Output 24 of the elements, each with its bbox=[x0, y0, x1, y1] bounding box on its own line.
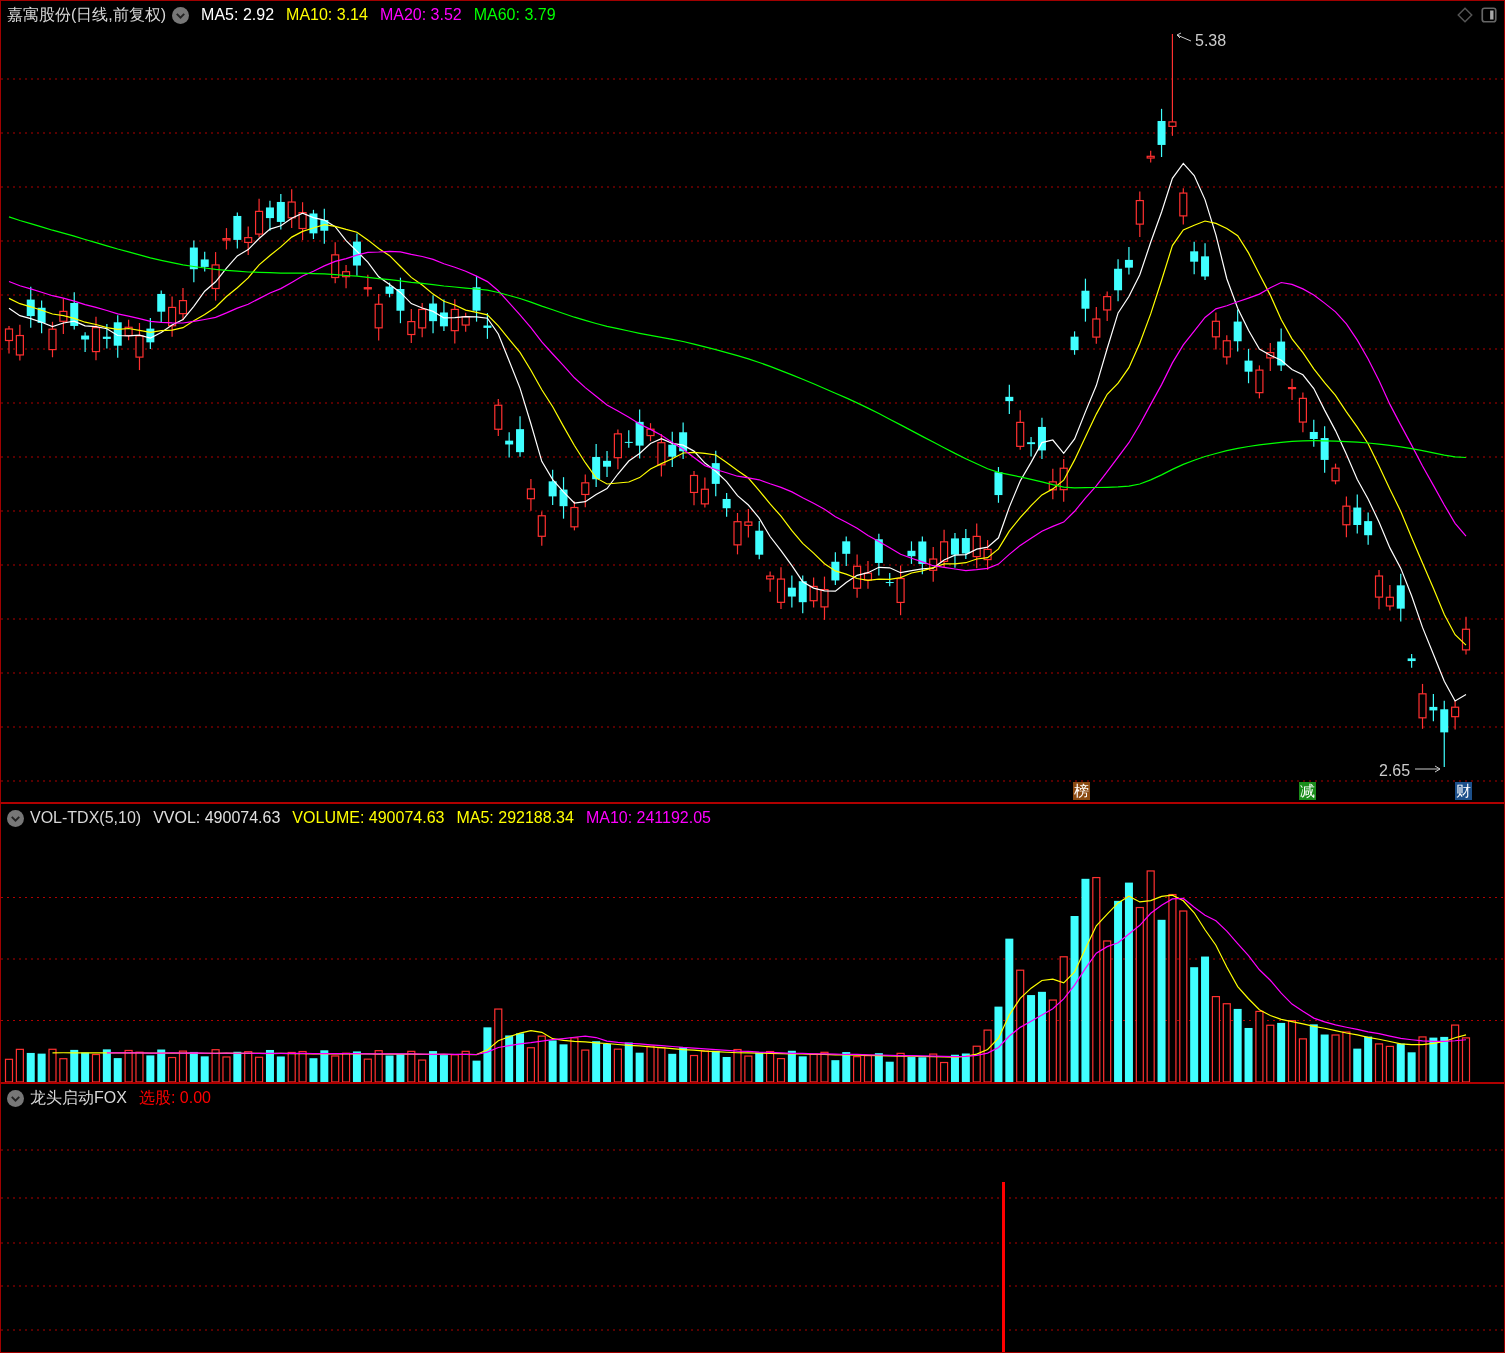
low-pointer-drawing bbox=[1414, 765, 1441, 773]
legend-value: VOLUME: 490074.63 bbox=[292, 809, 445, 827]
event-marker[interactable]: 财 bbox=[1455, 782, 1472, 800]
panel-toggle-icon[interactable] bbox=[1480, 6, 1498, 24]
legend-value: VVOL: 490074.63 bbox=[153, 809, 281, 827]
indicator-title: 龙头启动FOX bbox=[30, 1087, 127, 1108]
legend-value: MA10: 241192.05 bbox=[585, 809, 711, 827]
high-pointer-drawing bbox=[1176, 32, 1192, 42]
legend-value: MA10: 3.14 bbox=[286, 6, 368, 24]
legend-value: 选股: 0.00 bbox=[138, 1087, 211, 1108]
chevron-down-icon[interactable] bbox=[172, 6, 190, 24]
event-marker[interactable]: 减 bbox=[1299, 782, 1316, 800]
legend-value: MA20: 3.52 bbox=[379, 6, 462, 24]
legend-value: MA60: 3.79 bbox=[473, 6, 556, 24]
indicator-title: VOL-TDX(5,10) bbox=[30, 809, 142, 827]
stock-title: 嘉寓股份(日线,前复权) bbox=[7, 4, 167, 25]
chevron-down-icon[interactable] bbox=[7, 1089, 24, 1107]
legend-value: MA5: 292188.34 bbox=[456, 809, 574, 827]
high-price-label: 5.38 bbox=[1195, 32, 1227, 49]
event-marker[interactable]: 榜 bbox=[1073, 782, 1090, 800]
legend-value: MA5: 2.92 bbox=[201, 6, 275, 24]
diamond-icon[interactable] bbox=[1456, 6, 1474, 24]
low-price-label: 2.65 bbox=[1379, 762, 1411, 779]
chevron-down-icon[interactable] bbox=[7, 809, 24, 827]
